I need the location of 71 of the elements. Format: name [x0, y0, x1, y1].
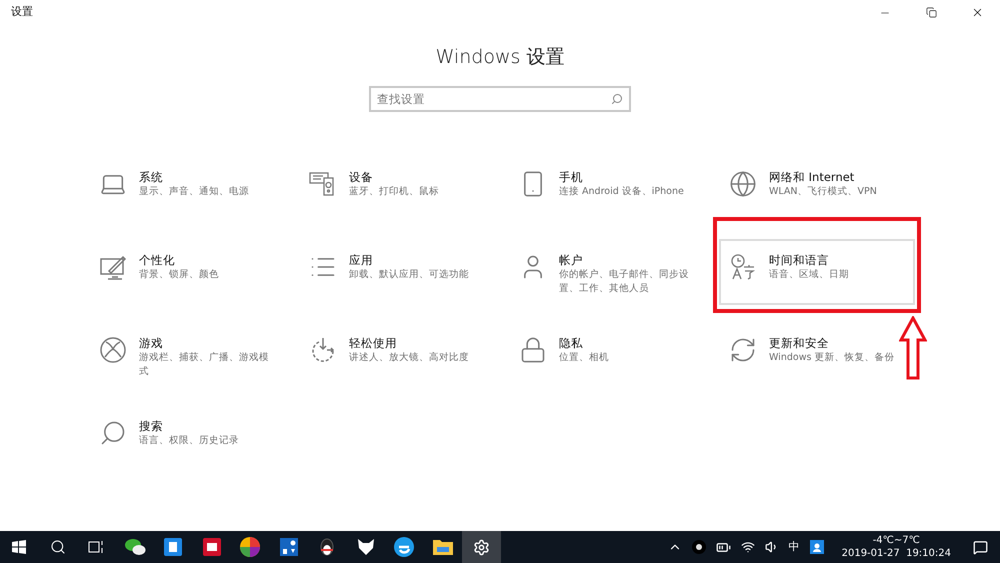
settings-tile[interactable]: 应用 卸载、默认应用、可选功能 [299, 238, 495, 296]
restore-icon [926, 7, 936, 18]
tile-title: 搜索 [139, 418, 164, 434]
tile-title: 应用 [349, 252, 374, 268]
settings-tile[interactable]: 隐私 位置、相机 [509, 322, 705, 378]
tile-subtitle: 你的帐户、电子邮件、同步设置、工作、其他人员 [559, 268, 690, 296]
tile-title: 网络和 Internet [769, 170, 856, 184]
windows-icon [12, 540, 26, 554]
settings-tile[interactable]: 搜索 语言、权限、历史记录 [89, 404, 285, 462]
tile-title: 系统 [139, 170, 164, 184]
settings-tile[interactable]: 手机 连接 Android 设备、iPhone [509, 156, 705, 212]
search-icon [99, 418, 127, 446]
tile-subtitle: 卸载、默认应用、可选功能 [349, 268, 470, 282]
chat-bubbles-icon [124, 538, 146, 556]
folder-icon [432, 539, 453, 555]
tile-subtitle: 语音、区域、日期 [769, 268, 850, 282]
settings-tile[interactable]: 游戏 游戏栏、捕获、广播、游戏模式 [89, 322, 285, 392]
settings-tile[interactable]: 网络和 Internet WLAN、飞行模式、VPN [719, 156, 915, 212]
taskbar-button[interactable] [462, 531, 500, 563]
tile-title: 帐户 [559, 252, 584, 268]
tray-app-icon[interactable] [692, 540, 706, 554]
wifi-icon[interactable] [740, 540, 755, 554]
settings-tile[interactable]: 更新和安全 Windows 更新、恢复、备份 [719, 322, 915, 378]
tile-subtitle: 讲述人、放大镜、高对比度 [349, 350, 470, 364]
task-view-icon [88, 540, 104, 554]
tile-subtitle: 游戏栏、捕获、广播、游戏模式 [139, 350, 270, 378]
tile-title: 游戏 [139, 336, 164, 350]
tile-title: 手机 [559, 170, 584, 184]
tile-subtitle: 连接 Android 设备、iPhone [559, 184, 685, 198]
tile-title: 隐私 [559, 336, 584, 350]
tile-subtitle: Windows 更新、恢复、备份 [769, 350, 896, 364]
page-heading: Windows 设置 [436, 45, 564, 70]
tile-title: 设备 [349, 170, 374, 184]
tile-subtitle: 语言、权限、历史记录 [139, 434, 240, 448]
tile-subtitle: 蓝牙、打印机、鼠标 [349, 184, 440, 198]
tray-app-icon[interactable] [810, 540, 824, 554]
settings-tile[interactable]: 帐户 你的帐户、电子邮件、同步设置、工作、其他人员 [509, 238, 705, 310]
search-icon [611, 92, 623, 104]
pinwheel-icon [240, 537, 260, 557]
browser-icon [394, 537, 414, 557]
search-field[interactable]: 查找设置 [369, 86, 631, 112]
settings-icon [472, 538, 490, 556]
weather-reading[interactable]: -4℃~7℃ [872, 534, 920, 547]
globe-icon [729, 170, 757, 198]
lock-icon [519, 336, 547, 364]
tile-subtitle: 背景、锁屏、颜色 [139, 268, 220, 282]
fox-icon [356, 538, 375, 556]
settings-tile[interactable]: 设备 蓝牙、打印机、鼠标 [299, 156, 495, 212]
tile-subtitle: 显示、声音、通知、电源 [139, 184, 250, 198]
up-arrow-icon [899, 316, 927, 380]
penguin-icon [319, 537, 336, 557]
xbox-icon [99, 336, 127, 364]
settings-tile[interactable]: 轻松使用 讲述人、放大镜、高对比度 [299, 322, 495, 378]
input-method[interactable]: 中 [788, 538, 800, 556]
settings-tile[interactable]: 个性化 背景、锁屏、颜色 [89, 238, 285, 296]
app-icon [280, 538, 298, 556]
tile-subtitle: WLAN、飞行模式、VPN [769, 184, 878, 198]
settings-tile[interactable]: 时间和语言 语音、区域、日期 [719, 238, 915, 304]
tile-title: 时间和语言 [769, 252, 830, 268]
app-icon [164, 538, 182, 556]
search-icon [50, 539, 66, 555]
app-icon [202, 538, 221, 556]
tile-title: 轻松使用 [349, 336, 398, 350]
clock[interactable]: 2019-01-27 19:10:24 [842, 547, 951, 560]
clock-language-icon [729, 252, 757, 280]
settings-tile[interactable]: 系统 显示、声音、通知、电源 [89, 156, 285, 212]
tile-subtitle: 位置、相机 [559, 350, 610, 364]
tile-title: 个性化 [139, 252, 176, 268]
tile-title: 更新和安全 [769, 336, 830, 350]
window-title: 设置 [11, 4, 33, 20]
notification-icon[interactable] [973, 540, 988, 554]
